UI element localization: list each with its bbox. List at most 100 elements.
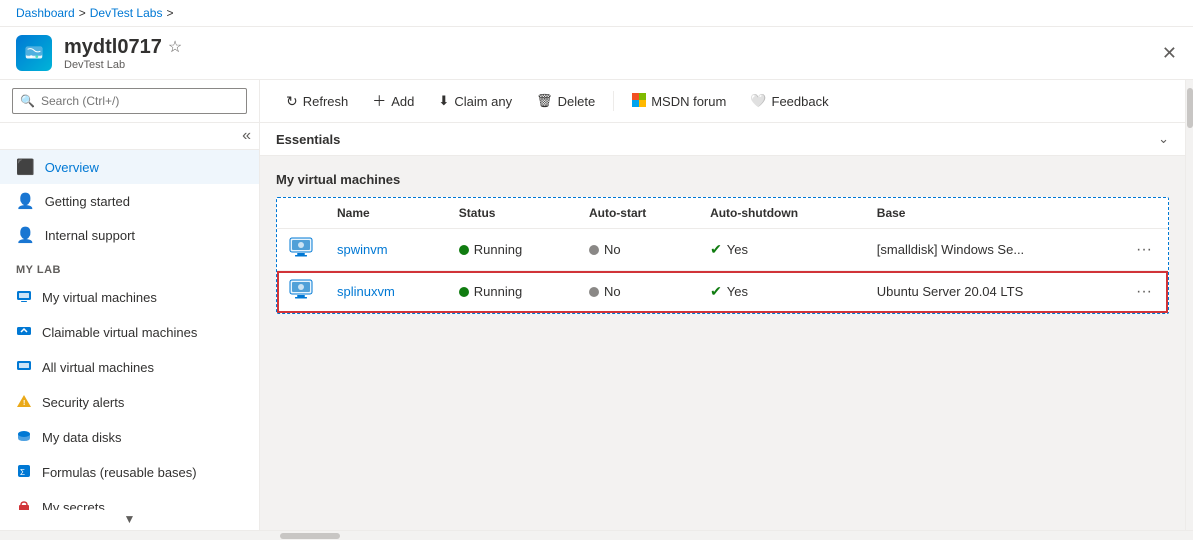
getting-started-icon: 👤 bbox=[16, 192, 35, 210]
vm-more-actions[interactable]: ··· bbox=[1120, 271, 1168, 313]
th-status: Status bbox=[447, 198, 577, 229]
sidebar-scroll-down-icon[interactable]: ▼ bbox=[124, 512, 136, 526]
sidebar-item-my-secrets[interactable]: My secrets bbox=[0, 490, 259, 510]
overview-icon: ⬛ bbox=[16, 158, 35, 176]
vm-name: splinuxvm bbox=[325, 271, 447, 313]
formulas-icon: Σ bbox=[16, 463, 32, 482]
status-green-dot bbox=[459, 245, 469, 255]
sidebar-item-my-vms[interactable]: My virtual machines bbox=[0, 280, 259, 315]
vm-autostart: No bbox=[577, 271, 698, 313]
all-vms-icon bbox=[16, 358, 32, 377]
sidebar-item-internal-support[interactable]: 👤 Internal support bbox=[0, 218, 259, 252]
vm-base: [smalldisk] Windows Se... bbox=[865, 229, 1120, 271]
delete-icon: 🗑 bbox=[536, 93, 553, 109]
vm-status: Running bbox=[447, 229, 577, 271]
search-input[interactable] bbox=[12, 88, 247, 114]
claim-any-icon: ⬇ bbox=[438, 93, 449, 109]
table-header-row: Name Status Auto-start Auto-shutdown Bas… bbox=[277, 198, 1168, 229]
vm-more-actions[interactable]: ··· bbox=[1120, 229, 1168, 271]
th-icon bbox=[277, 198, 325, 229]
add-icon: ＋ bbox=[372, 91, 386, 111]
table-row[interactable]: spwinvm Running bbox=[277, 229, 1168, 271]
sidebar-item-getting-started[interactable]: 👤 Getting started bbox=[0, 184, 259, 218]
sidebar-label-claimable-vms: Claimable virtual machines bbox=[42, 325, 197, 340]
resource-title: mydtl0717 bbox=[64, 36, 162, 59]
resource-icon bbox=[16, 35, 52, 71]
table-row[interactable]: splinuxvm Running bbox=[277, 271, 1168, 313]
vm-table-container: Name Status Auto-start Auto-shutdown Bas… bbox=[276, 197, 1169, 314]
vm-autostart: No bbox=[577, 229, 698, 271]
my-vms-icon bbox=[16, 288, 32, 307]
th-actions bbox=[1120, 198, 1168, 229]
right-scrollbar[interactable] bbox=[1185, 80, 1193, 530]
msdn-forum-button[interactable]: MSDN forum bbox=[622, 88, 736, 115]
autoshutdown-check: ✔ bbox=[710, 283, 722, 300]
sidebar-label-formulas: Formulas (reusable bases) bbox=[42, 465, 197, 480]
toolbar: ↻ Refresh ＋ Add ⬇ Claim any 🗑 Delete bbox=[260, 80, 1185, 123]
vm-autoshutdown: ✔ Yes bbox=[698, 229, 865, 271]
resource-info: mydtl0717 ☆ DevTest Lab bbox=[64, 36, 182, 71]
sidebar-label-getting-started: Getting started bbox=[45, 194, 130, 209]
collapse-sidebar-icon[interactable]: « bbox=[242, 127, 251, 145]
sidebar-item-security-alerts[interactable]: ! Security alerts bbox=[0, 385, 259, 420]
sidebar-item-overview[interactable]: ⬛ Overview bbox=[0, 150, 259, 184]
essentials-collapse-icon: ⌄ bbox=[1158, 131, 1169, 147]
th-name: Name bbox=[325, 198, 447, 229]
favorite-star-icon[interactable]: ☆ bbox=[168, 37, 182, 57]
bottom-scroll-thumb bbox=[280, 533, 340, 539]
vm-more-button[interactable]: ··· bbox=[1132, 281, 1156, 303]
th-autostart: Auto-start bbox=[577, 198, 698, 229]
bottom-scrollbar[interactable] bbox=[0, 530, 1193, 540]
sidebar-item-formulas[interactable]: Σ Formulas (reusable bases) bbox=[0, 455, 259, 490]
add-button[interactable]: ＋ Add bbox=[362, 86, 424, 116]
close-icon[interactable]: ✕ bbox=[1162, 43, 1177, 64]
vm-more-button[interactable]: ··· bbox=[1132, 239, 1156, 261]
search-icon: 🔍 bbox=[20, 94, 35, 108]
th-base: Base bbox=[865, 198, 1120, 229]
breadcrumb-devtest[interactable]: DevTest Labs bbox=[90, 6, 163, 20]
msdn-icon bbox=[632, 93, 646, 110]
vm-status: Running bbox=[447, 271, 577, 313]
vm-section-title: My virtual machines bbox=[276, 172, 1169, 187]
essentials-label: Essentials bbox=[276, 132, 340, 147]
sidebar-label-internal-support: Internal support bbox=[45, 228, 135, 243]
feedback-icon: 🤍 bbox=[750, 93, 766, 109]
refresh-icon: ↻ bbox=[286, 93, 298, 110]
sidebar-label-overview: Overview bbox=[45, 160, 99, 175]
autostart-dot-off bbox=[589, 287, 599, 297]
vm-section: My virtual machines Name Status Auto-sta… bbox=[260, 156, 1185, 330]
scroll-thumb bbox=[1187, 88, 1193, 128]
security-alerts-icon: ! bbox=[16, 393, 32, 412]
sidebar-item-all-vms[interactable]: All virtual machines bbox=[0, 350, 259, 385]
refresh-button[interactable]: ↻ Refresh bbox=[276, 88, 358, 115]
breadcrumb-sep1: > bbox=[79, 6, 86, 20]
my-secrets-icon bbox=[16, 498, 32, 510]
autostart-dot-off bbox=[589, 245, 599, 255]
feedback-button[interactable]: 🤍 Feedback bbox=[740, 88, 838, 114]
sidebar-item-claimable-vms[interactable]: Claimable virtual machines bbox=[0, 315, 259, 350]
my-lab-section: My Lab bbox=[0, 252, 259, 280]
status-green-dot bbox=[459, 287, 469, 297]
sidebar-label-data-disks: My data disks bbox=[42, 430, 121, 445]
delete-button[interactable]: 🗑 Delete bbox=[526, 88, 605, 114]
sidebar-label-all-vms: All virtual machines bbox=[42, 360, 154, 375]
vm-icon-cell bbox=[277, 271, 325, 313]
essentials-bar[interactable]: Essentials ⌄ bbox=[260, 123, 1185, 156]
sidebar-label-security-alerts: Security alerts bbox=[42, 395, 124, 410]
sidebar-item-data-disks[interactable]: My data disks bbox=[0, 420, 259, 455]
vm-table: Name Status Auto-start Auto-shutdown Bas… bbox=[277, 198, 1168, 313]
claimable-vms-icon bbox=[16, 323, 32, 342]
sidebar-label-my-secrets: My secrets bbox=[42, 500, 105, 510]
vm-name: spwinvm bbox=[325, 229, 447, 271]
claim-any-button[interactable]: ⬇ Claim any bbox=[428, 88, 522, 114]
internal-support-icon: 👤 bbox=[16, 226, 35, 244]
vm-autoshutdown: ✔ Yes bbox=[698, 271, 865, 313]
svg-text:Σ: Σ bbox=[20, 468, 25, 477]
vm-base: Ubuntu Server 20.04 LTS bbox=[865, 271, 1120, 313]
data-disks-icon bbox=[16, 428, 32, 447]
toolbar-separator bbox=[613, 91, 614, 111]
sidebar-label-my-vms: My virtual machines bbox=[42, 290, 157, 305]
breadcrumb-sep2: > bbox=[166, 6, 173, 20]
breadcrumb-dashboard[interactable]: Dashboard bbox=[16, 6, 75, 20]
svg-text:!: ! bbox=[23, 400, 25, 407]
